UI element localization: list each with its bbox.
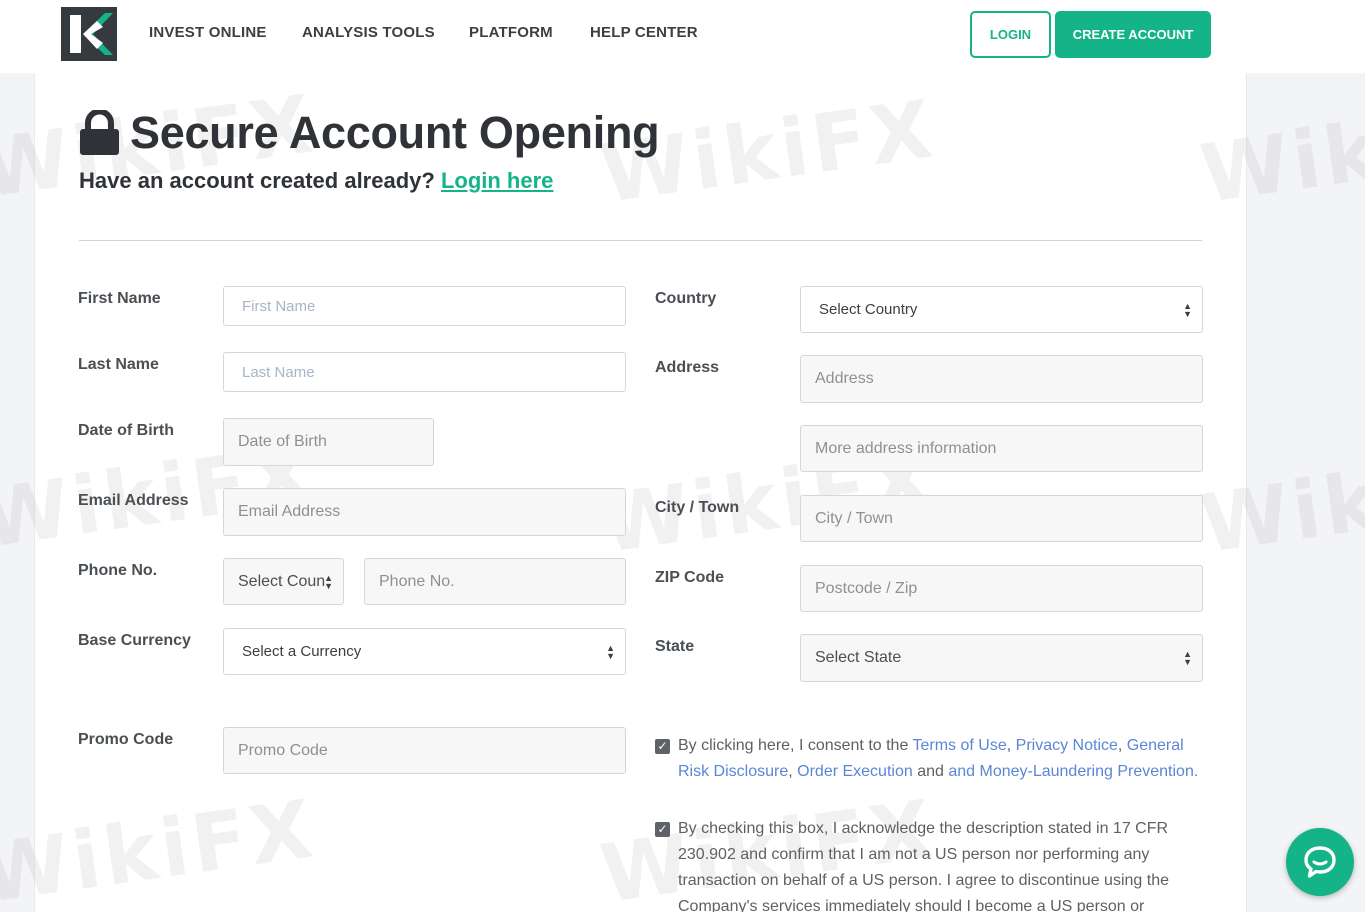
divider xyxy=(79,240,1202,241)
promo-code-input[interactable]: Promo Code xyxy=(223,727,626,774)
separator: , xyxy=(788,763,798,780)
state-select[interactable]: Select State ▲ ▼ xyxy=(800,634,1203,682)
country-select[interactable]: Select Country ▲ ▼ xyxy=(800,286,1203,333)
city-label: City / Town xyxy=(655,499,740,516)
select-arrows-icon: ▲ ▼ xyxy=(324,572,333,591)
order-execution-link[interactable]: Order Execution xyxy=(797,763,913,780)
live-chat-button[interactable] xyxy=(1286,828,1354,896)
base-currency-select[interactable]: Select a Currency ▲ ▼ xyxy=(223,628,626,675)
last-name-label: Last Name xyxy=(78,356,159,373)
select-arrows-icon: ▲ ▼ xyxy=(1183,300,1192,319)
email-label: Email Address xyxy=(78,492,189,509)
consent-terms-checkbox[interactable]: ✓ xyxy=(655,739,670,754)
address-label: Address xyxy=(655,359,720,376)
select-arrows-icon: ▲ ▼ xyxy=(606,642,615,661)
brand-logo-icon[interactable] xyxy=(61,7,117,61)
separator: and xyxy=(912,763,949,780)
us-person-checkbox[interactable]: ✓ xyxy=(655,822,670,837)
create-account-button[interactable]: CREATE ACCOUNT xyxy=(1055,11,1211,58)
base-currency-label: Base Currency xyxy=(78,632,191,649)
login-here-link[interactable]: Login here xyxy=(441,168,553,193)
phone-label: Phone No. xyxy=(78,562,158,579)
base-currency-select-value: Select a Currency xyxy=(242,643,362,660)
state-label: State xyxy=(655,638,695,655)
dob-input[interactable]: Date of Birth xyxy=(223,418,434,466)
zip-code-label: ZIP Code xyxy=(655,569,725,586)
phone-country-select-value: Select Coun xyxy=(238,572,326,590)
top-navigation-bar: INVEST ONLINE ANALYSIS TOOLS PLATFORM HE… xyxy=(0,0,1365,73)
phone-country-select[interactable]: Select Coun ▲ ▼ xyxy=(223,558,344,605)
chat-bubble-icon xyxy=(1304,846,1336,878)
nav-analysis-tools[interactable]: ANALYSIS TOOLS xyxy=(302,24,435,41)
login-prompt: Have an account created already? Login h… xyxy=(79,168,553,194)
country-label: Country xyxy=(655,290,717,307)
terms-of-use-link[interactable]: Terms of Use xyxy=(913,737,1007,754)
phone-input[interactable]: Phone No. xyxy=(364,558,626,605)
page-title: Secure Account Opening xyxy=(130,107,660,158)
country-select-value: Select Country xyxy=(819,301,918,318)
login-prompt-text: Have an account created already? xyxy=(79,168,435,193)
last-name-input[interactable]: Last Name xyxy=(223,352,626,392)
state-select-value: Select State xyxy=(815,649,902,666)
first-name-input[interactable]: First Name xyxy=(223,286,626,326)
select-arrows-icon: ▲ ▼ xyxy=(1183,649,1192,667)
email-input[interactable]: Email Address xyxy=(223,488,626,536)
dob-label: Date of Birth xyxy=(78,422,174,439)
account-form-card xyxy=(34,73,1247,912)
nav-invest-online[interactable]: INVEST ONLINE xyxy=(149,24,267,41)
nav-platform[interactable]: PLATFORM xyxy=(469,24,553,41)
city-input[interactable]: City / Town xyxy=(800,495,1203,542)
separator: , xyxy=(1006,737,1016,754)
separator: , xyxy=(1117,737,1127,754)
address-line2-input[interactable]: More address information xyxy=(800,425,1203,472)
lock-icon xyxy=(80,110,119,155)
promo-code-label: Promo Code xyxy=(78,731,174,748)
consent-terms-pre: By clicking here, I consent to the xyxy=(678,737,913,754)
zip-code-input[interactable]: Postcode / Zip xyxy=(800,565,1203,612)
us-person-text: By checking this box, I acknowledge the … xyxy=(678,820,1169,912)
consent-terms-text: By clicking here, I consent to the Terms… xyxy=(678,733,1206,785)
privacy-notice-link[interactable]: Privacy Notice xyxy=(1016,737,1118,754)
address-input[interactable]: Address xyxy=(800,355,1203,403)
first-name-label: First Name xyxy=(78,290,161,307)
aml-prevention-link[interactable]: and Money-Laundering Prevention. xyxy=(948,763,1198,780)
nav-help-center[interactable]: HELP CENTER xyxy=(590,24,698,41)
login-button[interactable]: LOGIN xyxy=(970,11,1051,58)
